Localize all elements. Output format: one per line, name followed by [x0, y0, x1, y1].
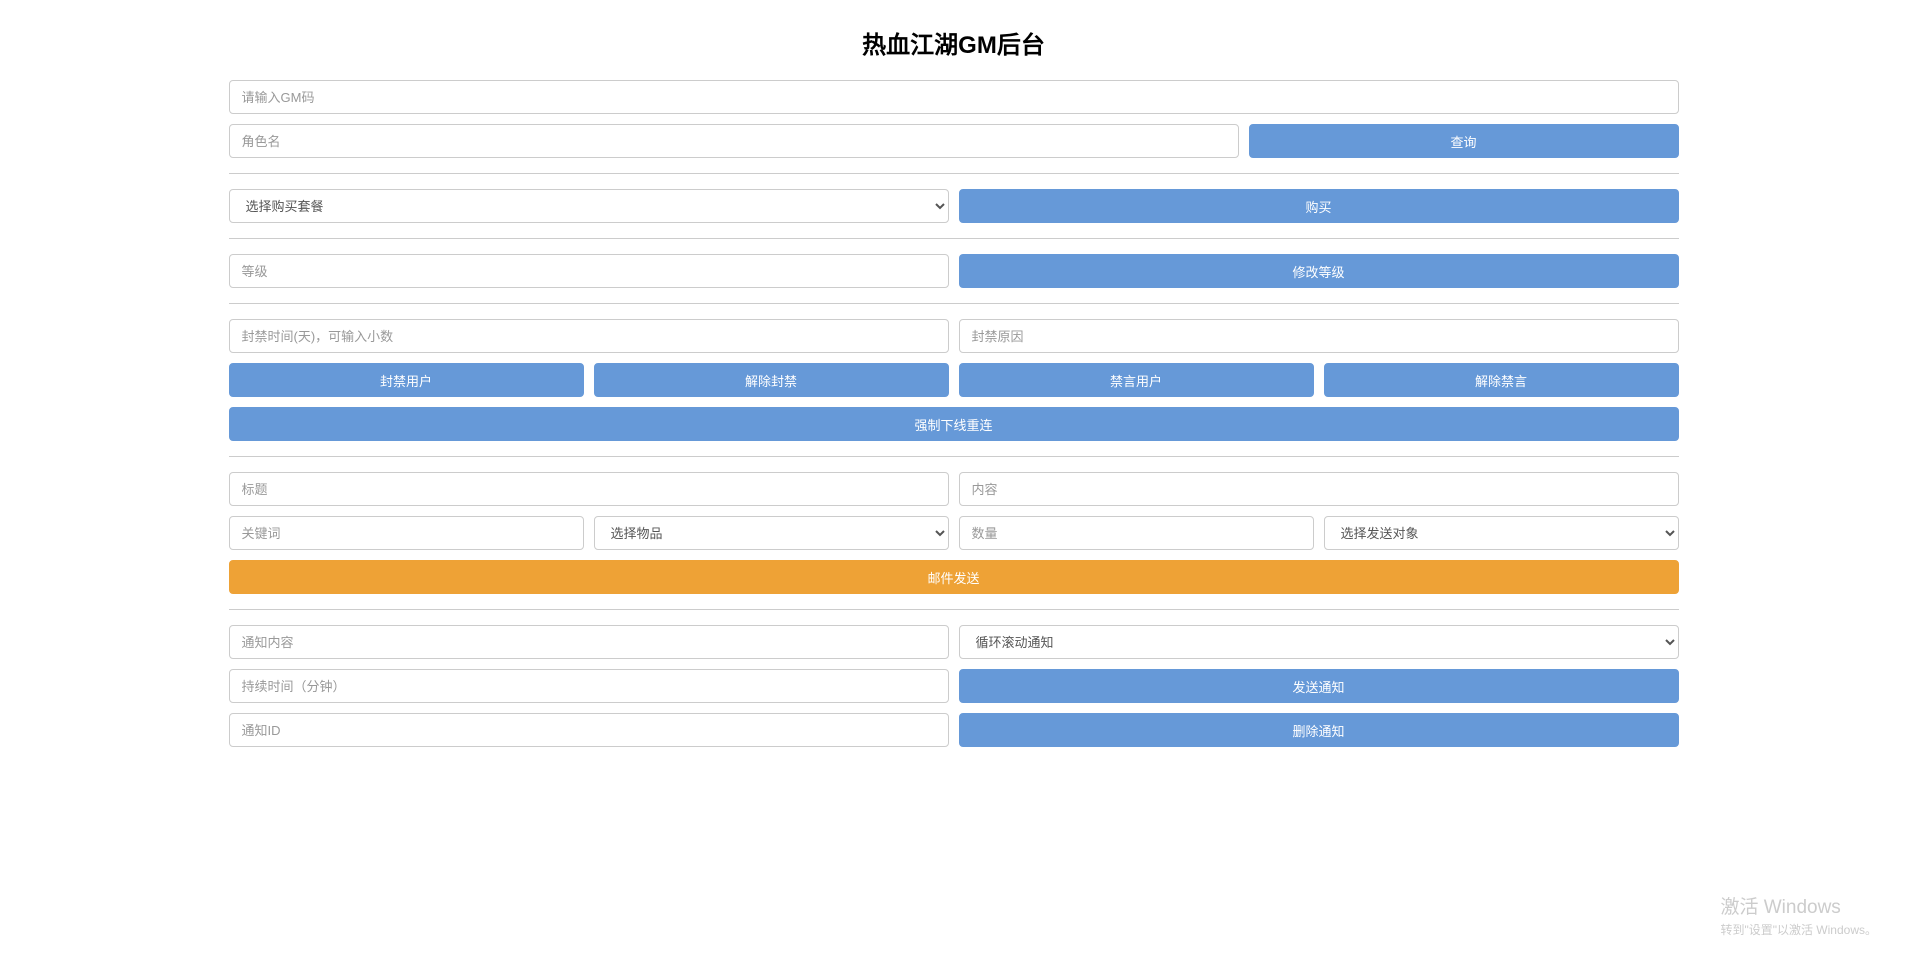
role-name-input[interactable] [229, 124, 1239, 158]
mail-content-input[interactable] [959, 472, 1679, 506]
level-input[interactable] [229, 254, 949, 288]
buy-button[interactable]: 购买 [959, 189, 1679, 223]
unmute-user-button[interactable]: 解除禁言 [1324, 363, 1679, 397]
divider [229, 173, 1679, 174]
send-mail-button[interactable]: 邮件发送 [229, 560, 1679, 594]
divider [229, 238, 1679, 239]
divider [229, 456, 1679, 457]
windows-activation-watermark: 激活 Windows 转到"设置"以激活 Windows。 [1720, 892, 1877, 938]
ban-reason-input[interactable] [959, 319, 1679, 353]
watermark-sub: 转到"设置"以激活 Windows。 [1720, 921, 1877, 938]
query-button[interactable]: 查询 [1249, 124, 1679, 158]
modify-level-button[interactable]: 修改等级 [959, 254, 1679, 288]
mail-keyword-input[interactable] [229, 516, 584, 550]
notice-content-input[interactable] [229, 625, 949, 659]
notice-type-select[interactable]: 循环滚动通知 [959, 625, 1679, 659]
package-select[interactable]: 选择购买套餐 [229, 189, 949, 223]
mail-quantity-input[interactable] [959, 516, 1314, 550]
page-title: 热血江湖GM后台 [229, 25, 1679, 60]
watermark-title: 激活 Windows [1720, 892, 1877, 919]
notice-id-input[interactable] [229, 713, 949, 747]
force-offline-button[interactable]: 强制下线重连 [229, 407, 1679, 441]
ban-time-input[interactable] [229, 319, 949, 353]
unban-user-button[interactable]: 解除封禁 [594, 363, 949, 397]
mail-title-input[interactable] [229, 472, 949, 506]
mail-item-select[interactable]: 选择物品 [594, 516, 949, 550]
send-notice-button[interactable]: 发送通知 [959, 669, 1679, 703]
mail-target-select[interactable]: 选择发送对象 [1324, 516, 1679, 550]
ban-user-button[interactable]: 封禁用户 [229, 363, 584, 397]
mute-user-button[interactable]: 禁言用户 [959, 363, 1314, 397]
notice-duration-input[interactable] [229, 669, 949, 703]
delete-notice-button[interactable]: 删除通知 [959, 713, 1679, 747]
divider [229, 303, 1679, 304]
gm-code-input[interactable] [229, 80, 1679, 114]
divider [229, 609, 1679, 610]
